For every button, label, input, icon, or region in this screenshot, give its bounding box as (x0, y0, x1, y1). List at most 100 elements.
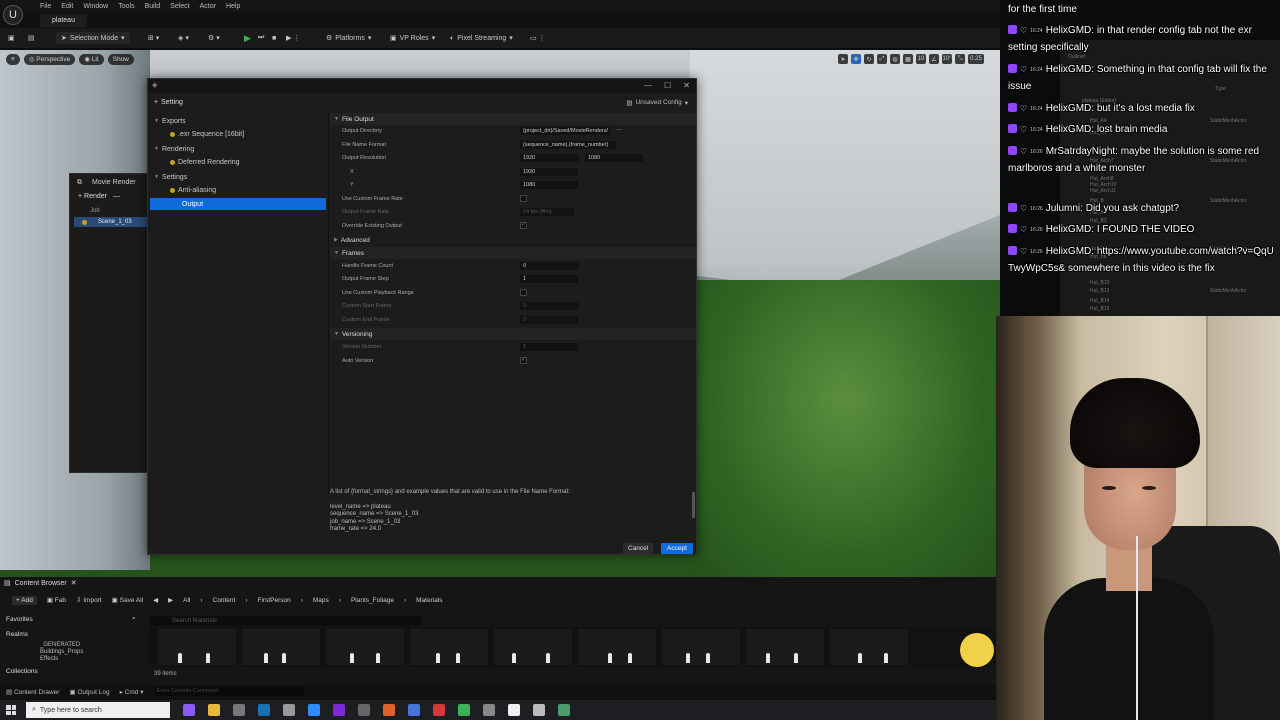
history-forward-icon[interactable]: ▶ (168, 596, 173, 604)
version-number-field[interactable]: 1 (520, 343, 578, 351)
close-icon[interactable]: ✕ (71, 579, 77, 587)
app-icon[interactable] (283, 704, 295, 716)
app-icon[interactable] (333, 704, 345, 716)
file-name-format-field[interactable]: {sequence_name}.{frame_number} (520, 141, 616, 149)
tree-settings[interactable]: ▼ Settings (154, 171, 187, 183)
cmd-button[interactable]: ▸ Cmd ▾ (120, 688, 144, 696)
app-icon[interactable] (358, 704, 370, 716)
maximize-icon[interactable]: ☐ (664, 81, 671, 90)
render-add-button[interactable]: + Render — (78, 193, 120, 200)
app-icon[interactable] (533, 704, 545, 716)
content-drawer-button[interactable]: ▤ Content Drawer (6, 688, 59, 696)
output-directory-field[interactable]: {project_dir}/Saved/MovieRenders/ (520, 127, 610, 135)
asset-thumbnail[interactable] (494, 629, 572, 665)
menu-build[interactable]: Build (145, 3, 161, 10)
tree-output[interactable]: Output (150, 198, 326, 210)
collections-header[interactable]: Collections (6, 668, 38, 675)
asset-thumbnail[interactable] (746, 629, 824, 665)
custom-start-frame-field[interactable]: 0 (520, 302, 578, 310)
angle-snap-icon[interactable]: ∠ (929, 54, 939, 64)
app-icon[interactable] (433, 704, 445, 716)
cancel-button[interactable]: Cancel (623, 543, 654, 554)
play-options-button[interactable]: ▶ ⋮ (286, 32, 300, 44)
search-icon[interactable]: ⌕ (132, 615, 136, 623)
grid-snap-value[interactable]: 10 (916, 54, 926, 64)
save-all-button[interactable]: ▣ Save All (112, 596, 143, 604)
vp-roles-button[interactable]: ▣ VP Roles ▾ (390, 32, 435, 44)
accept-button[interactable]: Accept (661, 543, 693, 554)
folder-icon[interactable]: ▤ (28, 32, 35, 44)
tree-exr-sequence[interactable]: .exr Sequence [16bit] (170, 128, 244, 140)
viewport-menu-button[interactable]: ≡ (6, 53, 20, 65)
asset-thumbnail[interactable] (662, 629, 740, 665)
menu-edit[interactable]: Edit (61, 3, 73, 10)
unsaved-config-button[interactable]: ▤ Unsaved Config ▾ (626, 99, 688, 107)
import-button[interactable]: ⇩ Import (76, 596, 102, 604)
step-button[interactable]: ⏭ (258, 32, 264, 44)
menu-select[interactable]: Select (170, 3, 189, 10)
menu-tools[interactable]: Tools (118, 3, 134, 10)
auto-version-checkbox[interactable]: ✓ (520, 357, 527, 364)
folder-buildings-props[interactable]: Buildings_Props (40, 649, 83, 655)
override-existing-checkbox[interactable]: ✓ (520, 222, 527, 229)
browse-icon[interactable]: … (616, 126, 622, 132)
output-frame-step-field[interactable]: 1 (520, 275, 578, 283)
help-scrollbar[interactable] (692, 492, 695, 518)
fab-button[interactable]: ▣ Fab (47, 596, 66, 604)
taskbar-search-input[interactable]: ⌕ Type here to search (26, 702, 170, 718)
section-advanced[interactable]: ▶ Advanced (330, 234, 696, 246)
asset-thumbnail[interactable] (410, 629, 488, 665)
steam-icon[interactable] (258, 704, 270, 716)
favorites-header[interactable]: Favorites (6, 616, 33, 623)
world-icon[interactable]: ◍ (890, 54, 900, 64)
app-icon[interactable] (308, 704, 320, 716)
output-frame-rate-select[interactable]: 24 fps (film) (520, 208, 574, 216)
resolution-width-field[interactable]: 1920 (520, 154, 578, 162)
unreal-taskbar-icon[interactable] (508, 704, 520, 716)
extras-button[interactable]: ▭ ⋮ (530, 32, 546, 44)
breadcrumb-all[interactable]: All (183, 597, 190, 604)
play-button[interactable]: ▶ (244, 32, 251, 44)
render-job-row[interactable]: Scene_1_03 (74, 217, 148, 227)
menu-actor[interactable]: Actor (200, 3, 216, 10)
folder-effects[interactable]: Effects (40, 656, 58, 662)
tree-rendering[interactable]: ▼ Rendering (154, 143, 194, 155)
app-icon[interactable] (558, 704, 570, 716)
app-icon[interactable] (408, 704, 420, 716)
asset-thumbnail[interactable] (578, 629, 656, 665)
section-file-output[interactable]: ▼ File Output (330, 113, 696, 125)
minimize-icon[interactable]: — (644, 81, 652, 90)
tree-exports[interactable]: ▼ Exports (154, 115, 186, 127)
section-versioning[interactable]: ▼ Versioning (330, 328, 696, 340)
handle-frame-count-field[interactable]: 0 (520, 262, 578, 270)
folder-generated[interactable]: _GENERATED (40, 642, 80, 648)
use-custom-playback-checkbox[interactable] (520, 289, 527, 296)
selection-mode-button[interactable]: ➤ Selection Mode ▾ (56, 32, 130, 44)
dialog-splitter[interactable] (328, 113, 329, 493)
settings-icon[interactable] (483, 704, 495, 716)
app-icon[interactable] (233, 704, 245, 716)
material-sphere-thumbnail[interactable] (960, 633, 994, 667)
section-frames[interactable]: ▼ Frames (330, 247, 696, 259)
browser-icon[interactable] (383, 704, 395, 716)
scale-snap-icon[interactable]: ⤡ (955, 54, 965, 64)
modes-button[interactable]: ⊞ ▾ (148, 32, 159, 44)
content-button[interactable]: ◈ ▾ (178, 32, 189, 44)
menu-help[interactable]: Help (226, 3, 240, 10)
show-button[interactable]: Show (107, 53, 134, 65)
add-setting-button[interactable]: + Setting (154, 99, 183, 106)
app-icon[interactable] (458, 704, 470, 716)
platforms-button[interactable]: ⚙ Platforms ▾ (326, 32, 371, 44)
menu-window[interactable]: Window (83, 3, 108, 10)
asset-thumbnail[interactable] (242, 629, 320, 665)
console-input[interactable]: Enter Console Command (153, 687, 304, 696)
resolution-height-field[interactable]: 1080 (585, 154, 643, 162)
file-explorer-icon[interactable] (208, 704, 220, 716)
lit-button[interactable]: ◉ Lit (79, 53, 104, 65)
scale-tool-icon[interactable]: ⤢ (877, 54, 887, 64)
tab-project[interactable]: plateau (40, 14, 87, 27)
windows-start-icon[interactable] (6, 705, 16, 715)
asset-thumbnail[interactable] (158, 629, 236, 665)
breadcrumb-plants-foliage[interactable]: Plants_Foliage (351, 597, 394, 604)
perspective-button[interactable]: ◎ Perspective (23, 53, 76, 65)
